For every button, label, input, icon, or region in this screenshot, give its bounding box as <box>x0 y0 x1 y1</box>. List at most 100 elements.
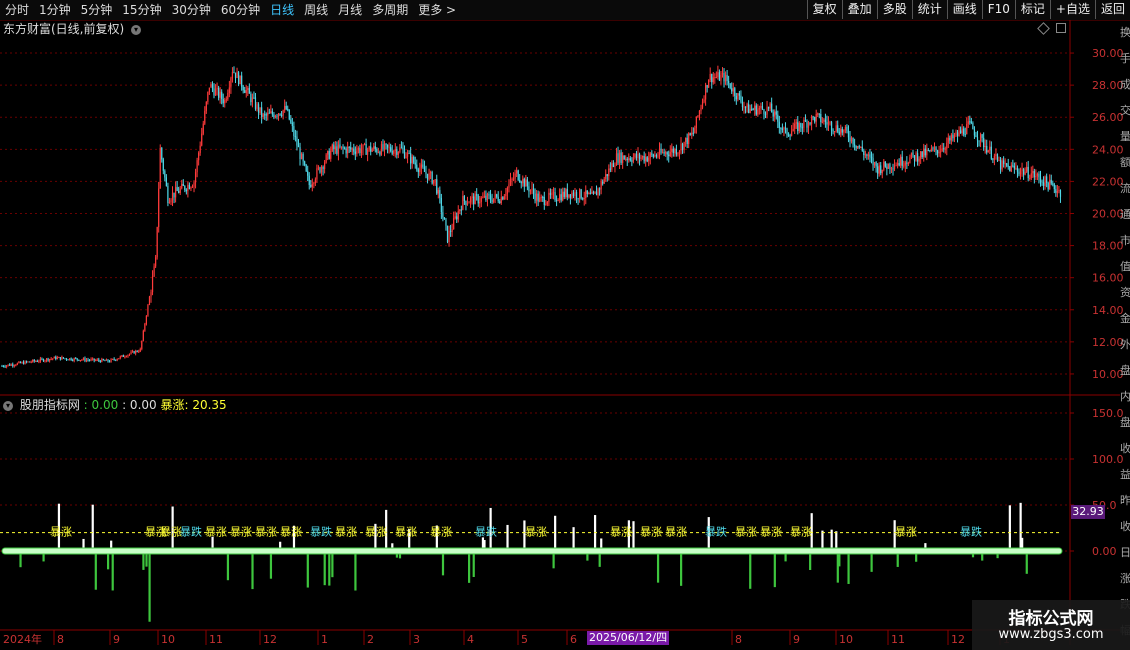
candle-body <box>165 177 167 187</box>
candle-body <box>602 181 604 184</box>
candle-body <box>589 192 591 194</box>
candle-body <box>259 107 261 113</box>
signal-label: 暴跌 <box>960 525 982 539</box>
candle-body <box>683 141 685 150</box>
candle-body <box>52 358 54 360</box>
candle-body <box>1022 169 1025 175</box>
candle-body <box>342 146 344 149</box>
candle-body <box>946 142 948 149</box>
candle-body <box>1012 165 1014 167</box>
candle-body <box>244 90 246 93</box>
candle-body <box>290 119 292 123</box>
indicator-name: 股朋指标网 <box>19 398 80 412</box>
candle-body <box>41 358 43 360</box>
candle-body <box>701 101 704 108</box>
candle-body <box>214 89 217 96</box>
candle-body <box>110 359 112 362</box>
candle-body <box>976 136 979 141</box>
candle-body <box>817 113 819 115</box>
candle-body <box>394 149 396 152</box>
candle-body <box>274 115 277 118</box>
signal-label: 暴涨 <box>760 526 782 539</box>
candle-body <box>65 358 68 360</box>
signal-label: 暴涨 <box>790 526 812 539</box>
candle-body <box>694 128 696 134</box>
chevron-down-icon[interactable]: ▾ <box>3 400 13 411</box>
candle-body <box>582 198 584 200</box>
candle-body <box>136 350 138 352</box>
candle-body <box>1024 171 1026 175</box>
candle-body <box>482 197 484 199</box>
month-label: 2 <box>367 633 374 646</box>
side-char: 金 <box>1120 312 1130 325</box>
candle-body <box>600 181 602 190</box>
side-char: 手 <box>1120 52 1130 65</box>
candle-body <box>201 133 203 146</box>
candle-body <box>708 79 710 88</box>
candle-body <box>351 148 353 150</box>
watermark: 指标公式网 www.zbgs3.com <box>972 600 1130 650</box>
candle-body <box>952 134 954 139</box>
candle-body <box>804 119 807 122</box>
candle-body <box>350 147 352 150</box>
candle-body <box>483 195 485 198</box>
candle-body <box>834 131 836 133</box>
candle-body <box>900 156 902 166</box>
candle-body <box>284 105 286 111</box>
candle-body <box>463 196 466 201</box>
candle-body <box>947 137 949 143</box>
candle-body <box>998 159 1000 161</box>
candle-body <box>1059 190 1062 197</box>
candle-body <box>895 165 897 167</box>
signal-label: 暴涨 <box>160 526 182 539</box>
candle-body <box>81 359 83 361</box>
candle-body <box>932 148 934 150</box>
candle-body <box>191 186 194 188</box>
candle-body <box>583 198 585 200</box>
indicator-bar-negative <box>148 551 151 622</box>
candle-body <box>562 191 564 201</box>
month-label: 11 <box>209 633 223 646</box>
candle-body <box>285 105 287 110</box>
candle-body <box>729 83 731 89</box>
candle-body <box>187 184 189 192</box>
candle-body <box>500 197 502 203</box>
candle-body <box>300 154 303 159</box>
kline-chart[interactable]: 30.0028.0026.0024.0022.0020.0018.0016.00… <box>0 0 1130 650</box>
candle-body <box>706 85 708 88</box>
month-label: 8 <box>57 633 64 646</box>
candle-body <box>190 187 192 189</box>
candle-body <box>308 175 310 185</box>
candle-body <box>843 129 845 133</box>
candle-body <box>883 161 885 170</box>
candle-body <box>523 178 525 187</box>
candle-body <box>305 164 307 172</box>
candle-body <box>357 147 360 151</box>
candle-body <box>669 151 671 157</box>
candle-body <box>930 148 933 152</box>
candle-body <box>167 186 169 204</box>
candle-body <box>208 87 210 92</box>
indicator-title[interactable]: ▾ 股朋指标网 : 0.00 : 0.00 暴涨: 20.35 <box>3 398 227 412</box>
candle-body <box>466 203 469 205</box>
candle-body <box>749 108 751 114</box>
candle-body <box>47 358 49 361</box>
candle-body <box>850 137 853 142</box>
candle-body <box>880 165 882 174</box>
candle-body <box>938 151 940 154</box>
candle-body <box>288 109 290 120</box>
price-axis-label: 24.00 <box>1092 143 1124 156</box>
candle-body <box>390 147 392 152</box>
candle-body <box>334 146 336 150</box>
candle-body <box>649 153 651 158</box>
candle-body <box>519 179 521 183</box>
candle-body <box>142 330 144 341</box>
candle-body <box>1058 190 1060 192</box>
candle-body <box>144 323 146 331</box>
candle-body <box>239 75 241 85</box>
candle-body <box>474 194 476 205</box>
candle-body <box>64 358 66 360</box>
candle-body <box>497 196 499 202</box>
candle-body <box>50 358 52 360</box>
candle-body <box>457 211 459 220</box>
